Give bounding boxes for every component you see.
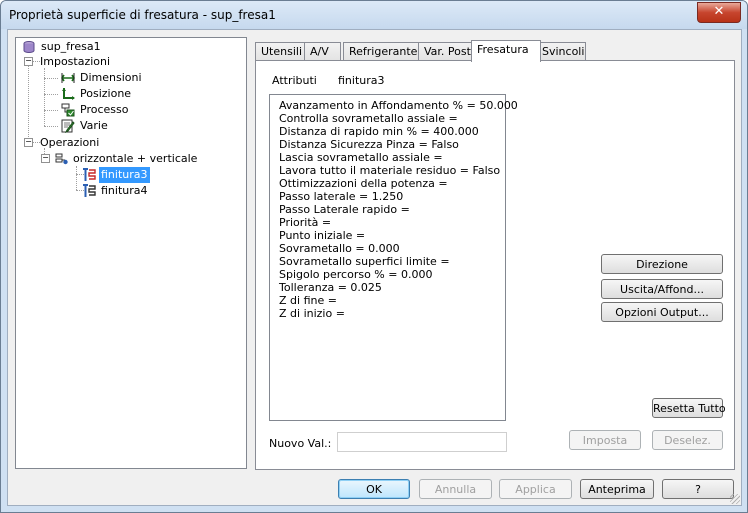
list-item[interactable]: Z di inizio = [279,307,345,320]
tree-label: Dimensioni [80,71,142,84]
list-item[interactable]: Distanza di rapido min % = 400.000 [279,125,479,138]
applica-button[interactable]: Applica [499,479,572,499]
tree-connector [28,62,29,147]
tree-item-posizione[interactable]: Posizione [61,86,133,102]
tree-item-finitura3[interactable]: finitura3 [82,167,150,183]
direzione-button[interactable]: Direzione [601,254,723,274]
list-item[interactable]: Z di fine = [279,294,337,307]
tree-connector [44,110,58,111]
list-item[interactable]: Passo Laterale rapido = [279,203,410,216]
tree-label: Processo [80,103,129,116]
tree-view[interactable]: sup_fresa1 − Impostazioni Dimensioni Pos… [15,37,247,469]
tree-label: Posizione [80,87,132,100]
process-icon [61,103,75,117]
list-item[interactable]: Lavora tutto il materiale residuo = Fals… [279,164,500,177]
nuovo-val-input[interactable] [337,432,507,452]
tab-fresatura[interactable]: Fresatura [471,40,541,62]
help-button[interactable]: ? [662,479,734,499]
dialog-client-area: sup_fresa1 − Impostazioni Dimensioni Pos… [7,29,742,506]
tab-svincoli[interactable]: Svincoli [536,42,586,61]
dialog-window: Proprietà superficie di fresatura - sup_… [0,0,748,513]
list-item[interactable]: Spigolo percorso % = 0.000 [279,268,432,281]
toolpath-icon [82,168,96,182]
tree-label: Impostazioni [40,55,111,68]
collapse-toggle[interactable]: − [24,138,33,147]
tree-connector [44,94,58,95]
tree-label: finitura3 [99,167,150,183]
database-icon [22,40,36,54]
list-item[interactable]: Tolleranza = 0.025 [279,281,382,294]
annulla-button[interactable]: Annulla [419,479,492,499]
resize-grip-icon[interactable] [730,494,740,504]
position-axes-icon [61,87,75,101]
tree-connector [76,166,77,190]
list-item[interactable]: Priorità = [279,216,331,229]
tree-connector [44,126,58,127]
ok-button[interactable]: OK [338,479,410,499]
opzioni-output-button[interactable]: Opzioni Output... [601,302,723,322]
list-item[interactable]: Passo laterale = 1.250 [279,190,403,203]
tree-item-dimensioni[interactable]: Dimensioni [61,70,144,86]
list-item[interactable]: Ottimizzazioni della potenza = [279,177,448,190]
list-item[interactable]: Sovrametallo = 0.000 [279,242,400,255]
tree-item-processo[interactable]: Processo [61,102,130,118]
tree-label: sup_fresa1 [41,40,101,53]
tree-item-orizzontale-verticale[interactable]: orizzontale + verticale [54,151,199,167]
title-bar: Proprietà superficie di fresatura - sup_… [1,1,747,29]
deselez-button[interactable]: Deselez. [652,430,723,450]
attributes-label: Attributi [272,74,317,87]
dimensions-icon [61,71,75,85]
operation-group-icon [54,152,68,166]
uscita-affond-button[interactable]: Uscita/Affond... [601,279,723,299]
notepad-edit-icon [61,119,75,134]
tree-connector [44,78,58,79]
list-item[interactable]: Controlla sovrametallo assiale = [279,112,458,125]
tree-item-sup-fresa1[interactable]: sup_fresa1 [22,39,103,55]
tree-label: finitura4 [101,184,148,197]
list-item[interactable]: Lascia sovrametallo assiale = [279,151,443,164]
tree-label: Varie [80,119,108,132]
tree-label: orizzontale + verticale [73,152,198,165]
attributes-value: finitura3 [338,74,385,87]
tree-item-finitura4[interactable]: finitura4 [82,183,150,199]
tab-av[interactable]: A/V [304,42,341,61]
collapse-toggle[interactable]: − [24,57,33,66]
anteprima-button[interactable]: Anteprima [580,479,654,499]
attributes-list[interactable]: Avanzamento in Affondamento % = 50.000 C… [269,94,518,421]
tab-utensili[interactable]: Utensili [255,42,305,61]
tree-item-operazioni[interactable]: Operazioni [38,135,101,151]
imposta-button[interactable]: Imposta [569,430,641,450]
list-item[interactable]: Sovrametallo superfici limite = [279,255,450,268]
window-title: Proprietà superficie di fresatura - sup_… [9,8,276,22]
tab-refrigerante[interactable]: Refrigerante [343,42,423,61]
close-button[interactable]: ✕ [697,2,741,23]
tree-item-impostazioni[interactable]: Impostazioni [38,54,112,70]
toolpath-icon [82,184,96,198]
collapse-toggle[interactable]: − [41,154,50,163]
tree-connector [44,68,45,126]
tree-item-varie[interactable]: Varie [61,118,110,134]
nuovo-val-label: Nuovo Val.: [269,437,332,450]
list-item[interactable]: Punto iniziale = [279,229,365,242]
fresatura-panel: Attributi finitura3 Avanzamento in Affon… [255,60,735,470]
tree-label: Operazioni [40,136,100,149]
list-item[interactable]: Distanza Sicurezza Pinza = Falso [279,138,459,151]
resetta-tutto-button[interactable]: Resetta Tutto [652,398,726,418]
list-item[interactable]: Avanzamento in Affondamento % = 50.000 [279,99,518,112]
